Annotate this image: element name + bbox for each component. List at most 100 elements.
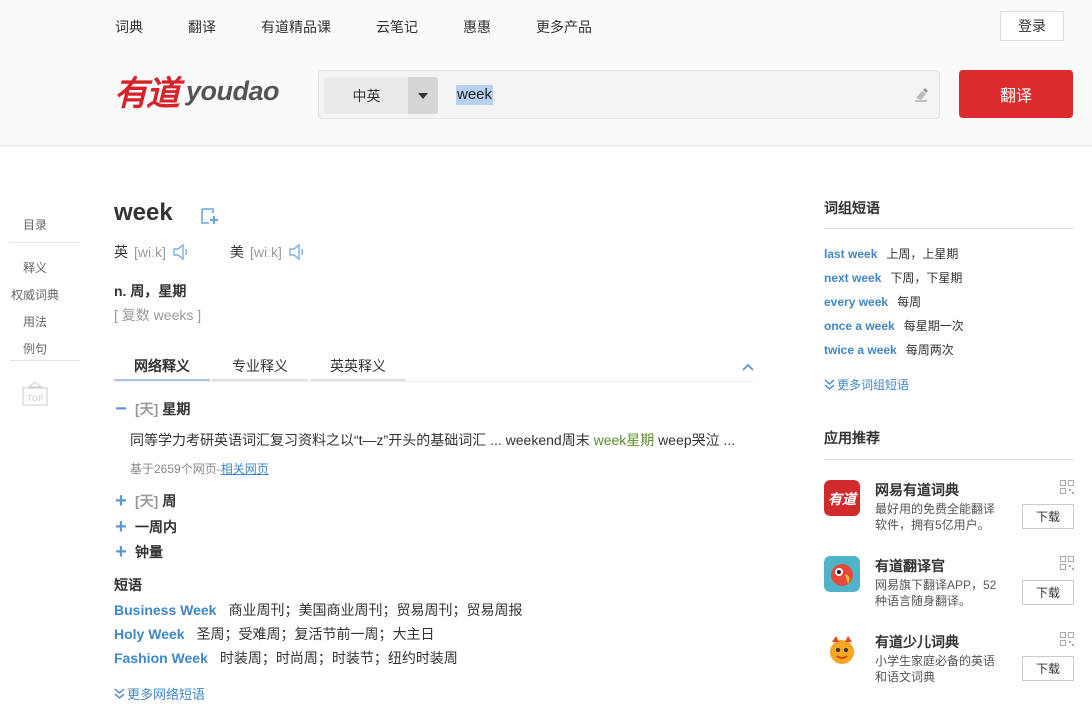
sense-term: 星期: [162, 401, 191, 417]
example-after: weep哭泣 ...: [654, 432, 736, 448]
sense-term: 一周内: [135, 519, 177, 535]
download-button[interactable]: 下载: [1022, 504, 1074, 529]
right-phrase-en[interactable]: twice a week: [824, 343, 897, 357]
more-web-phrases-link[interactable]: 更多网络短语: [114, 684, 205, 703]
source-info: 基于2659个网页-相关网页: [130, 460, 269, 477]
tab-professional-definitions[interactable]: 专业释义: [212, 356, 308, 381]
app-desc: 小学生家庭必备的英语和语文词典: [875, 654, 996, 684]
pron-us: 美 [wiːk]: [230, 242, 306, 262]
right-phrase-en[interactable]: every week: [824, 295, 888, 309]
nav-more-products[interactable]: 更多产品: [536, 17, 592, 37]
pron-uk-phonetic: [wiːk]: [134, 244, 166, 260]
app-name[interactable]: 网易有道词典: [875, 480, 959, 500]
right-phrase-cn: 每周两次: [905, 343, 954, 357]
add-wordbook-icon[interactable]: [199, 206, 219, 226]
logo-en-text: youdao: [186, 76, 280, 106]
search-box: 中英 week: [318, 70, 940, 119]
download-button[interactable]: 下载: [1022, 656, 1074, 681]
sidenav-divider: [10, 360, 80, 361]
tab-english-definitions[interactable]: 英英释义: [310, 356, 406, 381]
right-phrase-item: every week 每周: [824, 293, 921, 310]
divider: [824, 459, 1074, 460]
tab-web-definitions[interactable]: 网络释义: [114, 356, 210, 381]
app-name[interactable]: 有道翻译官: [875, 556, 945, 576]
right-phrase-en[interactable]: next week: [824, 271, 881, 285]
expand-icon[interactable]: +: [114, 491, 128, 511]
speaker-icon[interactable]: [172, 243, 190, 261]
nav-huihui[interactable]: 惠惠: [463, 17, 491, 37]
back-to-top-icon[interactable]: TOP: [22, 381, 48, 407]
youdao-translator-app-icon[interactable]: [824, 556, 860, 592]
login-button[interactable]: 登录: [1000, 11, 1064, 41]
phrase-en[interactable]: Holy Week: [114, 626, 185, 642]
double-chevron-down-icon: [114, 687, 125, 699]
phrase-cn: 时装周；时尚周；时装节；纽约时装周: [219, 650, 458, 666]
dropdown-arrow-icon[interactable]: [408, 77, 438, 114]
example-before: 同等学力考研英语词汇复习资料之以“t—z”开头的基础词汇 ... weekend…: [130, 432, 594, 448]
phrase-cn: 商业周刊；美国商业周刊；贸易周刊；贸易周报: [228, 602, 523, 618]
related-pages-link[interactable]: 相关网页: [221, 462, 269, 476]
app-item: 有道少儿词典 小学生家庭必备的英语和语文词典 下载: [824, 632, 1074, 692]
language-label: 中英: [352, 87, 381, 104]
youdao-kids-dict-app-icon[interactable]: [824, 632, 860, 668]
pron-uk: 英 [wiːk]: [114, 242, 190, 262]
nav-translate[interactable]: 翻译: [188, 17, 216, 37]
nav-dict[interactable]: 词典: [115, 17, 143, 37]
phrase-en[interactable]: Fashion Week: [114, 650, 208, 666]
clear-input-icon[interactable]: [912, 86, 930, 104]
sense-tag: [天]: [135, 401, 159, 417]
phrase-cn: 圣周；受难周；复活节前一周；大主日: [196, 626, 435, 642]
basic-definition: n. 周，星期: [114, 283, 187, 299]
sense-item: − [天] 星期: [114, 399, 190, 419]
sidenav-divider: [10, 242, 80, 243]
nav-courses[interactable]: 有道精品课: [261, 17, 331, 37]
double-chevron-down-icon: [824, 378, 835, 390]
sidenav-definitions[interactable]: 释义: [0, 259, 70, 276]
sense-term: 钟量: [135, 544, 163, 560]
right-phrase-en[interactable]: once a week: [824, 319, 895, 333]
qr-code-icon[interactable]: [1060, 556, 1074, 570]
search-input[interactable]: week: [456, 85, 494, 105]
nav-cloud-note[interactable]: 云笔记: [376, 17, 418, 37]
sidenav-usage[interactable]: 用法: [0, 313, 70, 330]
sense-term: 周: [162, 493, 177, 509]
translate-button[interactable]: 翻译: [959, 70, 1073, 118]
speaker-icon[interactable]: [288, 243, 306, 261]
sense-item: + 一周内: [114, 517, 177, 537]
qr-code-icon[interactable]: [1060, 632, 1074, 646]
expand-icon[interactable]: +: [114, 517, 128, 537]
qr-code-icon[interactable]: [1060, 480, 1074, 494]
app-desc: 网易旗下翻译APP，52种语言随身翻译。: [875, 578, 997, 608]
pron-us-label: 美: [230, 244, 244, 260]
phrase-item: Holy Week 圣周；受难周；复活节前一周；大主日: [114, 624, 435, 644]
app-desc: 最好用的免费全能翻译软件，拥有5亿用户。: [875, 502, 996, 532]
sidenav-examples[interactable]: 例句: [0, 340, 70, 357]
source-prefix: 基于2659个网页-: [130, 462, 221, 476]
right-phrase-item: last week 上周，上星期: [824, 245, 958, 262]
sidenav-authoritative[interactable]: 权威词典: [0, 286, 70, 303]
right-phrase-en[interactable]: last week: [824, 247, 877, 261]
right-phrase-cn: 上周，上星期: [886, 247, 959, 261]
divider: [824, 228, 1074, 229]
right-phrase-item: once a week 每星期一次: [824, 317, 964, 334]
pron-us-phonetic: [wiːk]: [250, 244, 282, 260]
expand-icon[interactable]: +: [114, 542, 128, 562]
more-web-phrases-label: 更多网络短语: [127, 687, 206, 702]
phrase-item: Business Week 商业周刊；美国商业周刊；贸易周刊；贸易周报: [114, 600, 522, 620]
sidenav-catalog[interactable]: 目录: [0, 216, 70, 233]
download-button[interactable]: 下载: [1022, 580, 1074, 605]
more-phrases-label: 更多词组短语: [837, 378, 910, 392]
right-phrase-item: twice a week 每周两次: [824, 341, 954, 358]
example-highlight: week星期: [593, 432, 655, 448]
collapse-icon[interactable]: −: [114, 399, 128, 419]
pron-uk-label: 英: [114, 244, 128, 260]
chevron-up-icon[interactable]: [741, 361, 755, 373]
more-phrases-link[interactable]: 更多词组短语: [824, 376, 909, 393]
phrase-en[interactable]: Business Week: [114, 602, 216, 618]
youdao-logo[interactable]: 有道 youdao: [114, 72, 284, 118]
language-select[interactable]: 中英: [324, 77, 438, 114]
svg-text:TOP: TOP: [26, 394, 43, 403]
app-name[interactable]: 有道少儿词典: [875, 632, 959, 652]
youdao-dict-app-icon[interactable]: 有道: [824, 480, 860, 516]
right-phrase-item: next week 下周，下星期: [824, 269, 962, 286]
